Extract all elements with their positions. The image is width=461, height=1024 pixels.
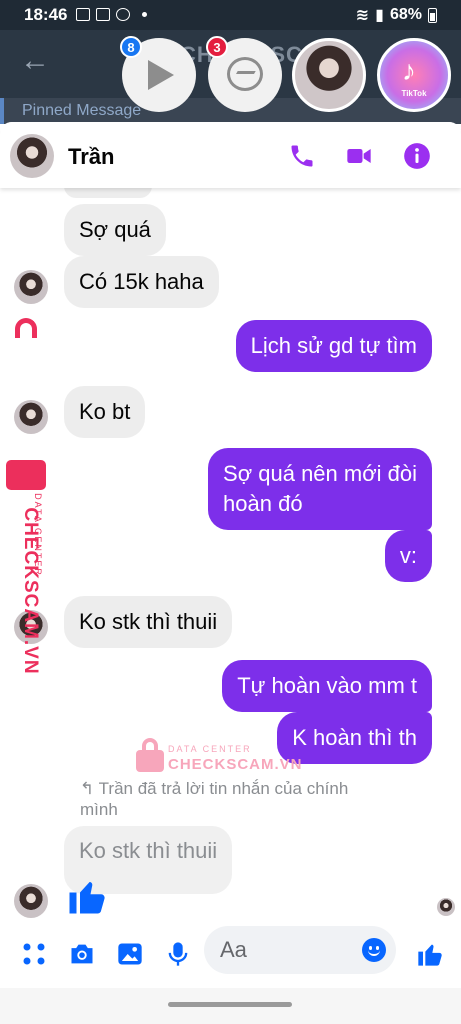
message-input-placeholder: Aa [220, 937, 247, 962]
reply-arrow-icon: ↰ [80, 779, 99, 798]
more-notifications-icon [142, 12, 147, 17]
info-icon[interactable] [403, 142, 431, 170]
status-bar: 18:46 ≋ ▮ 68% [0, 0, 461, 30]
tiktok-icon: ♪ [402, 55, 416, 86]
messenger-bolt-icon [234, 71, 256, 77]
status-right: ≋ ▮ 68% [356, 5, 437, 25]
message-incoming[interactable]: Sợ quá [64, 204, 166, 256]
reply-note-line2: mình [80, 800, 118, 819]
watermark-sub: DATA CENTER [33, 493, 43, 577]
chat-header: Trần [0, 122, 461, 188]
status-time: 18:46 [24, 5, 68, 24]
chat-head-tiktok[interactable]: ♪ TikTok [377, 38, 451, 112]
lock-icon [15, 318, 37, 338]
reply-note-line1: Trần đã trả lời tin nhắn của chính [98, 779, 349, 798]
like-thumb-icon[interactable] [66, 874, 108, 918]
message-incoming[interactable]: Ko stk thì thuii [64, 596, 233, 648]
message-input[interactable]: Aa [204, 926, 396, 974]
phone-call-icon[interactable] [288, 142, 316, 170]
message-incoming[interactable]: Có 15k haha [64, 256, 219, 308]
contact-avatar[interactable] [10, 134, 54, 178]
wifi-icon: ≋ [355, 7, 370, 24]
notification-icons [76, 8, 147, 21]
message-outgoing[interactable]: v: [384, 530, 432, 582]
messenger-notification-icon [116, 8, 130, 21]
message-incoming[interactable]: Ko bt [64, 386, 146, 438]
system-nav-bar [0, 988, 461, 1024]
home-handle[interactable] [168, 1002, 292, 1007]
battery-percent: 68% [389, 6, 422, 23]
camera-icon[interactable] [68, 940, 96, 968]
apps-grid-icon[interactable] [20, 940, 48, 968]
watermark-sub: DATA CENTER [168, 744, 252, 754]
message-composer: Aa [0, 918, 461, 988]
video-call-icon[interactable] [345, 142, 373, 170]
microphone-icon[interactable] [164, 940, 192, 968]
unread-badge: 3 [206, 36, 228, 58]
sender-avatar[interactable] [14, 270, 48, 304]
gallery-icon[interactable] [116, 940, 144, 968]
chat-panel: Trần Sợ quá Có 15k haha Lịch sử gd tự tì… [0, 122, 461, 1024]
contact-name[interactable]: Trần [68, 144, 114, 170]
gallery-icon [76, 8, 90, 21]
watermark-side: CHECKSCAM.VN DATA CENTER [0, 318, 60, 675]
back-arrow-icon[interactable]: ← [20, 46, 50, 76]
battery-icon [428, 7, 437, 23]
message-outgoing[interactable]: Sợ quá nên mới đòi hoàn đó [208, 448, 432, 530]
unread-badge: 8 [120, 36, 142, 58]
tiktok-label: TikTok [401, 89, 427, 98]
message-outgoing[interactable]: Tự hoàn vào mm t [222, 660, 432, 712]
seen-avatar [437, 898, 455, 916]
message-outgoing[interactable]: Lịch sử gd tự tìm [235, 320, 432, 372]
like-button-icon[interactable] [416, 940, 444, 968]
chat-head-contact[interactable] [292, 38, 366, 112]
play-icon [148, 60, 174, 90]
pinned-message-label: Pinned Message [22, 102, 142, 119]
watermark-brand: CHECKSCAM.VN [168, 756, 303, 773]
sender-avatar[interactable] [14, 884, 48, 918]
reply-note: ↰ Trần đã trả lời tin nhắn của chính mìn… [80, 778, 348, 820]
emoji-icon[interactable] [362, 938, 386, 962]
lock-body [136, 750, 164, 772]
signal-icon: ▮ [375, 7, 384, 24]
emoji-mouth [368, 950, 380, 956]
app-notification-icon [96, 8, 110, 21]
